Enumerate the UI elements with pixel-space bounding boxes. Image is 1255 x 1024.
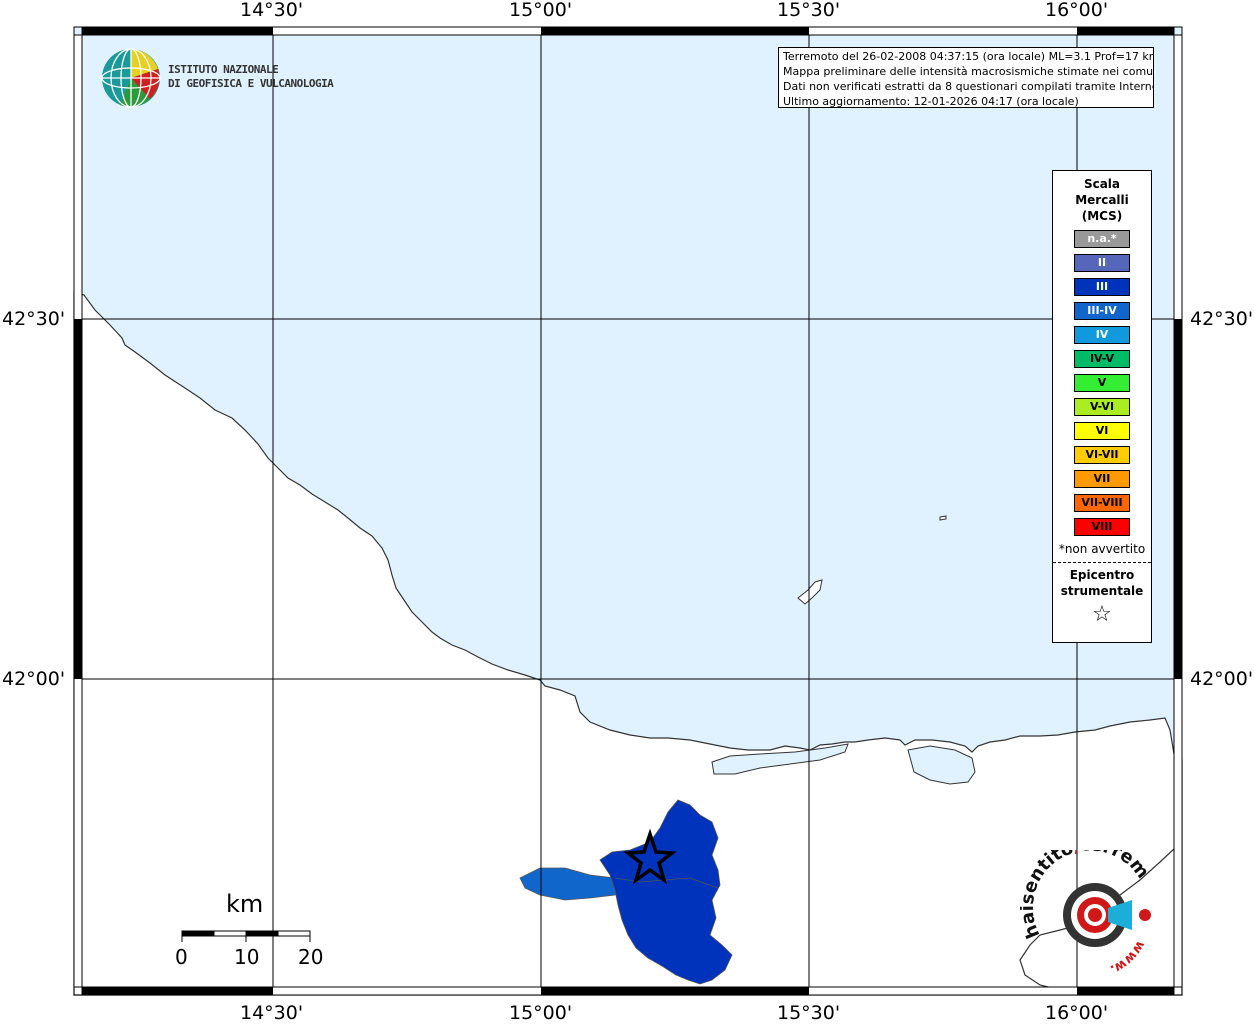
ingv-logo-text: ISTITUTO NAZIONALE DI GEOFISICA E VULCAN…: [168, 63, 334, 90]
scale-bar-label-10: 10: [234, 945, 260, 969]
legend-item: n.a.*: [1074, 230, 1130, 248]
lon-label-bottom-3: 15°30': [777, 1002, 841, 1024]
brand-text-www: www.: [1108, 938, 1148, 977]
legend-item: IV: [1074, 326, 1130, 344]
lon-label-bottom-1: 14°30': [240, 1002, 304, 1024]
lat-label-right-2: 42°00': [1190, 668, 1254, 690]
legend-item: V: [1074, 374, 1130, 392]
event-info-box: Terremoto del 26-02-2008 04:37:15 (ora l…: [778, 47, 1154, 108]
legend-note: *non avvertito: [1058, 542, 1146, 556]
legend-item: III-IV: [1074, 302, 1130, 320]
legend-item: VI-VII: [1074, 446, 1130, 464]
globe-icon: [101, 48, 161, 108]
legend-separator: [1053, 562, 1151, 563]
lon-label-bottom-4: 16°00': [1045, 1002, 1109, 1024]
legend-item: III: [1074, 278, 1130, 296]
haisentito-logo: haisentito/terremoto.it www.: [1014, 834, 1160, 980]
lon-label-top-1: 14°30': [240, 0, 304, 21]
svg-text:www.: www.: [1108, 938, 1148, 977]
lat-label-right-1: 42°30': [1190, 308, 1254, 330]
legend-item: VI: [1074, 422, 1130, 440]
event-info-line3: Dati non verificati estratti da 8 questi…: [783, 80, 1154, 93]
legend-title: Scala Mercalli (MCS): [1075, 177, 1129, 223]
lon-label-top-4: 16°00': [1045, 0, 1109, 21]
legend-item: VIII: [1074, 518, 1130, 536]
scale-bar-label-0: 0: [175, 945, 188, 969]
legend-item: IV-V: [1074, 350, 1130, 368]
event-info-line4: Ultimo aggiornamento: 12-01-2026 04:17 (…: [783, 95, 1079, 108]
legend-star-icon: ☆: [1092, 602, 1112, 627]
lon-label-top-2: 15°00': [509, 0, 573, 21]
ingv-logo: ISTITUTO NAZIONALE DI GEOFISICA E VULCAN…: [100, 47, 334, 111]
legend-items: n.a.* II III III-IV IV IV-V V V-VI VI VI-VII VII VI…: [1053, 230, 1151, 536]
lon-label-bottom-2: 15°00': [509, 1002, 573, 1024]
lat-label-left-2: 42°00': [2, 668, 66, 690]
scale-bar-label-20: 20: [298, 945, 324, 969]
event-info-line2: Mappa preliminare delle intensità macros…: [783, 65, 1154, 78]
legend-item: V-VI: [1074, 398, 1130, 416]
legend-item: VII: [1074, 470, 1130, 488]
event-info-line1: Terremoto del 26-02-2008 04:37:15 (ora l…: [783, 50, 1154, 63]
haisentito-logo-graphic: haisentito/terremoto.it www.: [1014, 834, 1153, 977]
legend-item: VII-VIII: [1074, 494, 1130, 512]
lat-label-left-1: 42°30': [2, 308, 66, 330]
island-pianosa: [939, 515, 947, 521]
intensity-legend: Scala Mercalli (MCS) n.a.* II III III-IV IV I…: [1052, 170, 1152, 643]
lon-label-top-3: 15°30': [777, 0, 841, 21]
legend-item: II: [1074, 254, 1130, 272]
legend-epicenter-label: Epicentro strumentale: [1060, 568, 1144, 598]
scale-bar-unit: km: [226, 890, 264, 918]
